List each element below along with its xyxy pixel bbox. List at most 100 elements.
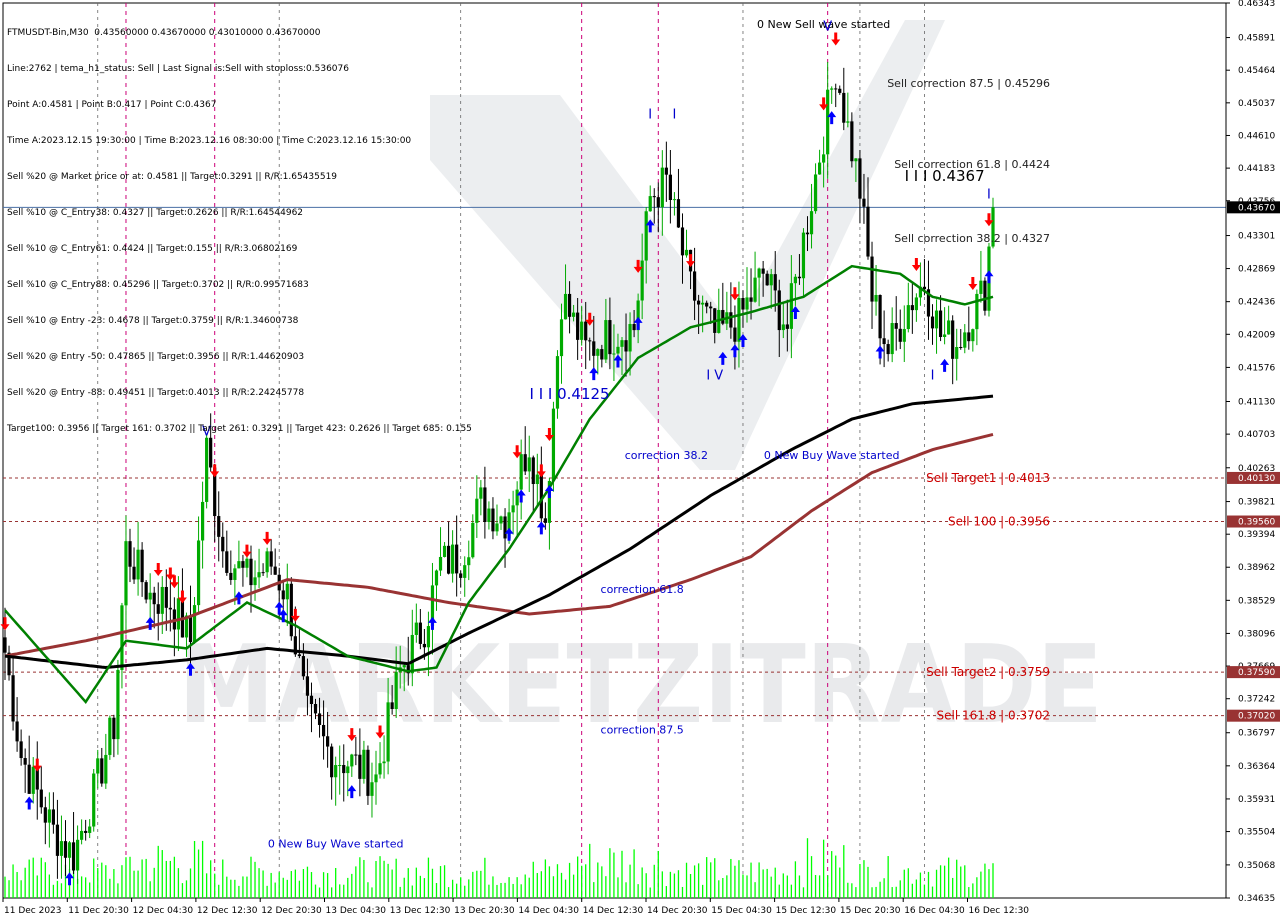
candle-body [801, 232, 806, 279]
price-axis-tick-label: 0.41576 [1238, 363, 1275, 373]
price-axis-tick-label: 0.42869 [1238, 265, 1275, 275]
candle-body [269, 551, 273, 567]
candle-body [511, 505, 515, 513]
time-axis-tick-label: 16 Dec 12:30 [969, 906, 1030, 916]
candle-body [382, 761, 386, 764]
candle-body [866, 206, 870, 257]
candle-body [422, 643, 426, 648]
candle-body [846, 121, 850, 123]
candle-body [116, 669, 120, 740]
candle-body [309, 695, 314, 705]
candle-body [834, 88, 838, 90]
candle-body [870, 256, 874, 302]
candle-body [616, 346, 620, 354]
time-axis-tick-label: 13 Dec 04:30 [326, 906, 387, 916]
candle-body [261, 572, 265, 574]
candle-body [838, 88, 842, 93]
candle-body [592, 341, 596, 356]
price-axis-tick-label: 0.45891 [1238, 34, 1275, 44]
wave-annotation-label: correction 87.5 [601, 723, 684, 736]
candle-body [446, 545, 451, 574]
candle-body [898, 328, 902, 342]
candle-body [975, 293, 979, 330]
time-axis-tick-label: 11 Dec 20:30 [68, 906, 129, 916]
info-line-status: Line:2762 | tema_h1_status: Sell | Last … [7, 64, 349, 74]
price-axis-tick-label: 0.37242 [1238, 695, 1275, 705]
candle-body [3, 637, 7, 653]
candle-body [273, 566, 277, 575]
candle-body [793, 276, 797, 284]
candle-body [499, 516, 503, 524]
candle-body [124, 541, 128, 606]
candle-body [426, 626, 431, 648]
candle-body [640, 260, 644, 301]
candle-body [160, 586, 164, 614]
candle-body [963, 332, 967, 348]
time-axis-tick-label: 16 Dec 04:30 [904, 906, 965, 916]
candle-body [487, 508, 491, 522]
candle-body [672, 199, 677, 201]
candle-body [777, 290, 781, 331]
price-axis-tick-label: 0.41130 [1238, 397, 1275, 407]
candle-body [463, 565, 467, 578]
candle-body [241, 561, 245, 568]
candle-body [104, 754, 108, 784]
current-price-tag-text: 0.43670 [1238, 203, 1275, 213]
candle-body [358, 754, 362, 779]
candle-body [572, 312, 576, 317]
candle-body [43, 807, 47, 823]
candle-body [467, 557, 471, 566]
candle-body [96, 758, 100, 774]
price-axis-tick-label: 0.42009 [1238, 330, 1275, 340]
target-level-label: Sell Target2 | 0.3759 [926, 665, 1050, 679]
candle-body [338, 765, 342, 767]
candle-body [414, 622, 418, 635]
price-axis-tick-label: 0.39821 [1238, 498, 1275, 508]
candle-body [59, 841, 64, 856]
candle-body [531, 457, 535, 485]
candlestick-chart[interactable]: MARKETZITRADE Sell Target1 | 0.4013 Sell 1… [0, 0, 1280, 920]
candle-body [959, 346, 963, 348]
candle-body [503, 516, 507, 539]
price-axis-tick-label: 0.44183 [1238, 164, 1275, 174]
target-level-label: Sell 161.8 | 0.3702 [937, 709, 1051, 723]
candle-body [664, 167, 668, 175]
candle-body [737, 298, 741, 342]
candle-body [362, 749, 366, 779]
candle-body [289, 583, 293, 637]
candle-body [144, 582, 148, 600]
candle-body [705, 302, 709, 307]
info-line-targets: Target100: 0.3956 || Target 161: 0.3702 … [7, 424, 472, 434]
candle-body [370, 782, 374, 796]
sell-correction-label: Sell correction 38.2 | 0.4327 [894, 232, 1050, 245]
candle-body [19, 741, 23, 759]
candle-body [334, 765, 338, 778]
candle-body [285, 583, 289, 600]
time-axis-tick-label: 12 Dec 20:30 [261, 906, 322, 916]
candle-body [797, 276, 802, 279]
price-axis-tick-label: 0.36364 [1238, 762, 1275, 772]
candle-body [701, 302, 705, 305]
candle-body [374, 774, 378, 783]
candle-body [979, 280, 983, 294]
candle-body [874, 295, 878, 302]
price-axis-tick-label: 0.40703 [1238, 430, 1275, 440]
candle-body [140, 549, 144, 583]
candle-body [321, 724, 326, 737]
candle-body [588, 340, 592, 342]
candle-body [342, 765, 346, 774]
candle-body [971, 329, 975, 342]
candle-body [237, 561, 241, 569]
info-line-points: Point A:0.4581 | Point B:0.417 | Point C… [7, 100, 217, 110]
candle-body [890, 323, 894, 355]
candle-body [551, 408, 556, 481]
candle-body [297, 654, 301, 657]
candle-body [826, 89, 830, 155]
candle-body [943, 334, 947, 338]
candle-body [761, 268, 765, 274]
candle-body [519, 454, 523, 490]
candle-body [27, 764, 31, 794]
candle-body [249, 558, 253, 586]
time-axis-tick-label: 15 Dec 12:30 [776, 906, 837, 916]
wave-annotation-label: correction 61.8 [601, 583, 684, 596]
